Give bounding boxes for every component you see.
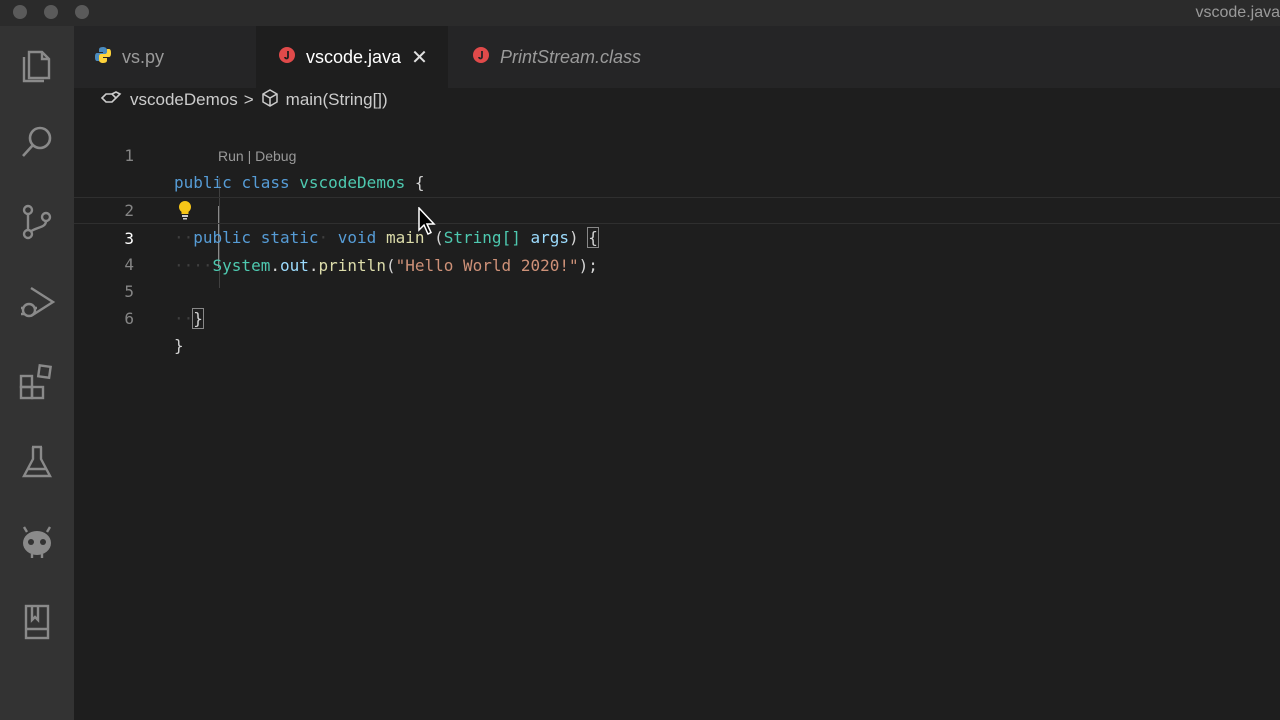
tab-bar: vs.py vscode.java ✕ PrintStream.class bbox=[74, 26, 1280, 88]
code-line-3: 3 ····System.out.println("Hello World 20… bbox=[74, 197, 1280, 275]
book-icon[interactable] bbox=[17, 602, 57, 642]
extensions-icon[interactable] bbox=[17, 362, 57, 402]
matched-brace: } bbox=[192, 308, 204, 329]
tab-label: vscode.java bbox=[306, 46, 402, 67]
code-line-1: 1 public class vscodeDemos { bbox=[74, 115, 1280, 192]
java-icon bbox=[278, 46, 296, 69]
title-bar: vscode.java bbox=[0, 0, 1280, 26]
breadcrumb: vscodeDemos > main(String[]) bbox=[74, 88, 1280, 112]
code-content: ··} bbox=[174, 308, 204, 329]
close-tab-icon[interactable]: ✕ bbox=[411, 45, 428, 70]
testing-icon[interactable] bbox=[17, 442, 57, 482]
java-icon bbox=[472, 46, 490, 69]
breadcrumb-class[interactable]: vscodeDemos bbox=[130, 90, 238, 110]
method-icon bbox=[260, 88, 280, 113]
tab-vs-py[interactable]: vs.py bbox=[94, 26, 164, 88]
files-icon[interactable] bbox=[17, 44, 57, 84]
line-number: 6 bbox=[124, 309, 134, 328]
run-debug-icon[interactable] bbox=[17, 282, 57, 322]
code-editor[interactable]: 1 public class vscodeDemos { Run | Debug… bbox=[74, 112, 1280, 720]
python-icon bbox=[94, 46, 112, 69]
class-icon bbox=[100, 90, 122, 111]
breadcrumb-method[interactable]: main(String[]) bbox=[286, 90, 388, 110]
zoom-window-button[interactable] bbox=[75, 5, 89, 19]
tab-printstream-class[interactable]: PrintStream.class bbox=[472, 26, 641, 88]
code-content: } bbox=[174, 332, 184, 359]
codelens-run-debug[interactable]: Run | Debug bbox=[218, 148, 296, 164]
brace: } bbox=[174, 336, 184, 355]
mouse-cursor-icon bbox=[418, 206, 436, 240]
code-line-4: 4 bbox=[74, 224, 1280, 274]
code-line-2: 2 ··public static· void main (String[] a… bbox=[74, 170, 1280, 248]
close-window-button[interactable] bbox=[13, 5, 27, 19]
source-control-icon[interactable] bbox=[17, 202, 57, 242]
chevron-right-icon: > bbox=[243, 90, 254, 109]
line-number: 1 bbox=[124, 146, 134, 165]
minimize-window-button[interactable] bbox=[44, 5, 58, 19]
search-icon[interactable] bbox=[17, 122, 57, 162]
tab-label: PrintStream.class bbox=[500, 46, 642, 67]
tab-vscode-java[interactable]: vscode.java ✕ bbox=[256, 26, 448, 88]
code-line-5: 5 ··} bbox=[74, 251, 1280, 329]
window-title: vscode.java bbox=[1195, 4, 1280, 21]
lightbulb-icon[interactable] bbox=[177, 200, 193, 224]
robot-icon[interactable] bbox=[17, 522, 57, 562]
activity-bar bbox=[0, 26, 74, 720]
code-line-6: 6 } bbox=[74, 278, 1280, 355]
tab-label: vs.py bbox=[122, 46, 165, 67]
